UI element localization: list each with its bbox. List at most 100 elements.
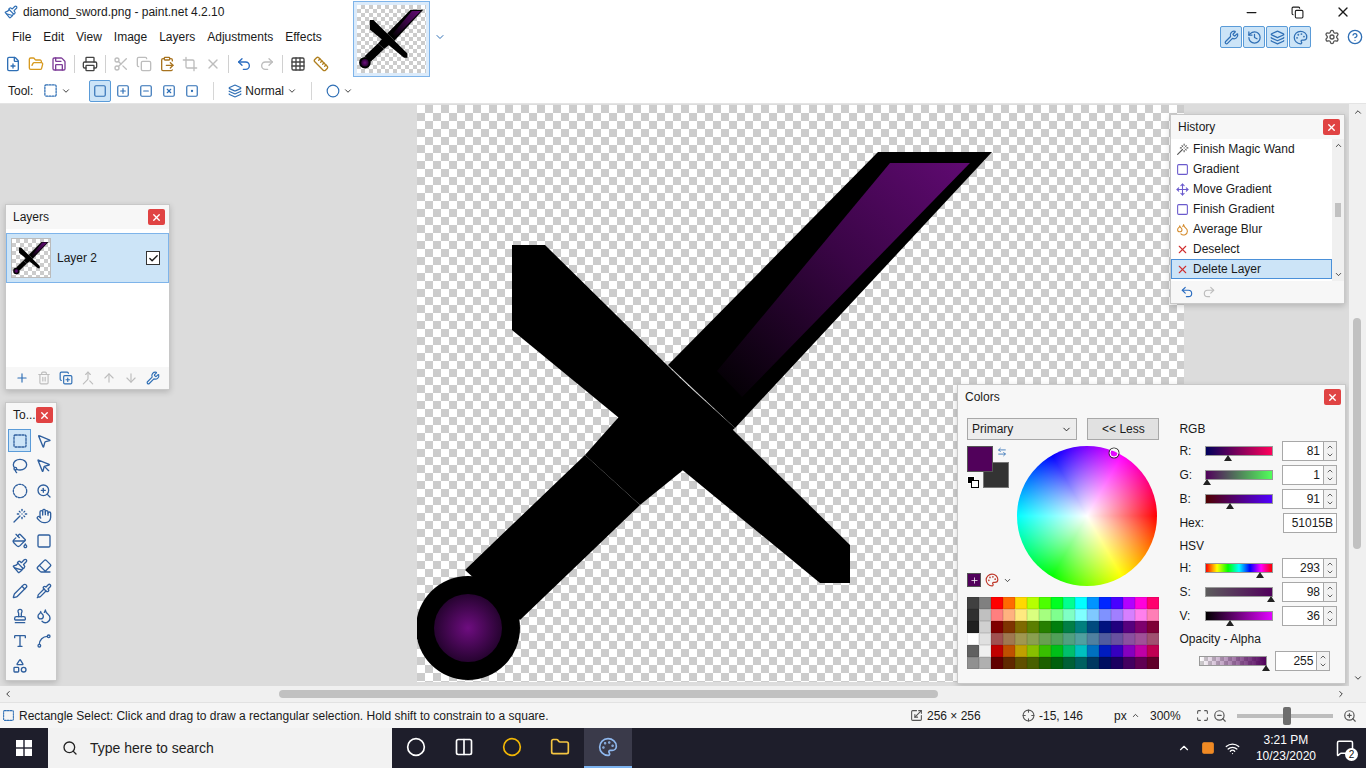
palette-swatch[interactable] bbox=[1099, 633, 1111, 645]
toolbar-button[interactable] bbox=[233, 53, 255, 75]
color-target-dropdown[interactable]: Primary bbox=[967, 418, 1077, 440]
tool-button[interactable] bbox=[8, 479, 31, 502]
palette-swatch[interactable] bbox=[1135, 633, 1147, 645]
layer-button[interactable] bbox=[99, 368, 119, 388]
palette-swatch[interactable] bbox=[1099, 657, 1111, 669]
palette-swatch[interactable] bbox=[1135, 597, 1147, 609]
palette-swatch[interactable] bbox=[1087, 645, 1099, 657]
slider-track[interactable] bbox=[1205, 494, 1273, 504]
palette-swatch[interactable] bbox=[1051, 609, 1063, 621]
spinner[interactable] bbox=[1317, 651, 1330, 671]
slider-thumb[interactable] bbox=[1262, 665, 1270, 671]
palette-swatch[interactable] bbox=[1075, 657, 1087, 669]
palette-swatch[interactable] bbox=[991, 633, 1003, 645]
palette-swatch[interactable] bbox=[1087, 657, 1099, 669]
palette-swatch[interactable] bbox=[1075, 597, 1087, 609]
taskbar-app[interactable] bbox=[392, 728, 440, 768]
toolbar-button[interactable] bbox=[287, 53, 309, 75]
tool-button[interactable] bbox=[32, 429, 55, 452]
tab-list-button[interactable] bbox=[430, 1, 446, 46]
selection-mode-button[interactable] bbox=[89, 80, 111, 102]
antialias-dropdown[interactable] bbox=[322, 81, 357, 101]
palette-swatch[interactable] bbox=[1087, 633, 1099, 645]
spinner[interactable] bbox=[1324, 582, 1337, 602]
palette-swatch[interactable] bbox=[979, 609, 991, 621]
toolbar-button[interactable] bbox=[256, 53, 278, 75]
palette-swatch[interactable] bbox=[1123, 621, 1135, 633]
redo-button[interactable] bbox=[1199, 282, 1219, 302]
selection-mode-button[interactable] bbox=[112, 80, 134, 102]
zoom-in-icon[interactable] bbox=[1343, 709, 1357, 723]
tool-button[interactable] bbox=[32, 504, 55, 527]
spinner[interactable] bbox=[1324, 489, 1337, 509]
palette-swatch[interactable] bbox=[1075, 645, 1087, 657]
slider-track[interactable] bbox=[1205, 563, 1273, 573]
reset-colors-button[interactable] bbox=[967, 476, 979, 488]
palette-swatch[interactable] bbox=[1003, 657, 1015, 669]
menu-item[interactable]: Effects bbox=[279, 27, 327, 47]
palette-swatch[interactable] bbox=[1147, 633, 1159, 645]
zoom-thumb[interactable] bbox=[1283, 707, 1291, 725]
tool-button[interactable] bbox=[8, 629, 31, 652]
panel-toggle[interactable] bbox=[1266, 26, 1288, 48]
palette-swatch[interactable] bbox=[1135, 657, 1147, 669]
history-item[interactable]: Delete Layer bbox=[1171, 259, 1332, 279]
history-item[interactable]: Deselect bbox=[1171, 239, 1332, 259]
palette-swatch[interactable] bbox=[1039, 633, 1051, 645]
palette-swatch[interactable] bbox=[1015, 657, 1027, 669]
number-input[interactable]: 1 bbox=[1282, 465, 1324, 485]
history-item[interactable]: Finish Gradient bbox=[1171, 199, 1332, 219]
panel-toggle[interactable] bbox=[1220, 26, 1242, 48]
layer-row[interactable]: Layer 2 bbox=[6, 233, 169, 283]
unit-selector[interactable]: px bbox=[1114, 709, 1150, 723]
palette-swatch[interactable] bbox=[1123, 657, 1135, 669]
palette-swatch[interactable] bbox=[1003, 645, 1015, 657]
palette-swatch[interactable] bbox=[1063, 633, 1075, 645]
taskbar-app[interactable] bbox=[536, 728, 584, 768]
settings-button[interactable] bbox=[1321, 26, 1343, 48]
add-to-palette-button[interactable] bbox=[967, 573, 981, 587]
palette-swatch[interactable] bbox=[979, 621, 991, 633]
menu-item[interactable]: Image bbox=[108, 27, 153, 47]
show-hidden-icon[interactable] bbox=[1177, 741, 1191, 755]
palette-swatch[interactable] bbox=[1039, 597, 1051, 609]
palette-swatch[interactable] bbox=[1051, 657, 1063, 669]
wifi-icon[interactable] bbox=[1225, 741, 1240, 756]
slider-track[interactable] bbox=[1205, 446, 1273, 456]
help-button[interactable] bbox=[1344, 26, 1366, 48]
selection-mode-button[interactable] bbox=[181, 80, 203, 102]
slider-thumb[interactable] bbox=[1203, 479, 1211, 485]
palette-swatch[interactable] bbox=[991, 645, 1003, 657]
palette-swatch[interactable] bbox=[1099, 645, 1111, 657]
minimize-button[interactable] bbox=[1228, 0, 1274, 24]
number-input[interactable]: 98 bbox=[1282, 582, 1324, 602]
slider-track[interactable] bbox=[1205, 611, 1273, 621]
number-input[interactable]: 36 bbox=[1282, 606, 1324, 626]
palette-swatch[interactable] bbox=[991, 621, 1003, 633]
scroll-thumb[interactable] bbox=[1335, 203, 1341, 217]
palette-swatch[interactable] bbox=[1015, 597, 1027, 609]
menu-item[interactable]: Layers bbox=[153, 27, 201, 47]
toolbar-button[interactable] bbox=[202, 53, 224, 75]
palette-swatch[interactable] bbox=[1039, 609, 1051, 621]
palette-swatch[interactable] bbox=[1063, 621, 1075, 633]
undo-button[interactable] bbox=[1177, 282, 1197, 302]
palette-swatch[interactable] bbox=[967, 633, 979, 645]
palette-swatch[interactable] bbox=[1075, 609, 1087, 621]
layer-button[interactable] bbox=[143, 368, 163, 388]
color-wheel[interactable] bbox=[1017, 446, 1157, 586]
tool-button[interactable] bbox=[32, 629, 55, 652]
palette-swatch[interactable] bbox=[1135, 621, 1147, 633]
palette-swatch[interactable] bbox=[1027, 621, 1039, 633]
spinner[interactable] bbox=[1324, 558, 1337, 578]
toolbar-button[interactable] bbox=[310, 53, 332, 75]
selection-mode-button[interactable] bbox=[158, 80, 180, 102]
toolbar-button[interactable] bbox=[156, 53, 178, 75]
palette-swatch[interactable] bbox=[1123, 645, 1135, 657]
tool-button[interactable] bbox=[32, 579, 55, 602]
toolbar-button[interactable] bbox=[2, 53, 24, 75]
history-close-button[interactable] bbox=[1323, 119, 1340, 135]
palette-swatch[interactable] bbox=[1015, 609, 1027, 621]
tool-picker[interactable] bbox=[39, 81, 75, 101]
palette-swatch[interactable] bbox=[1003, 621, 1015, 633]
